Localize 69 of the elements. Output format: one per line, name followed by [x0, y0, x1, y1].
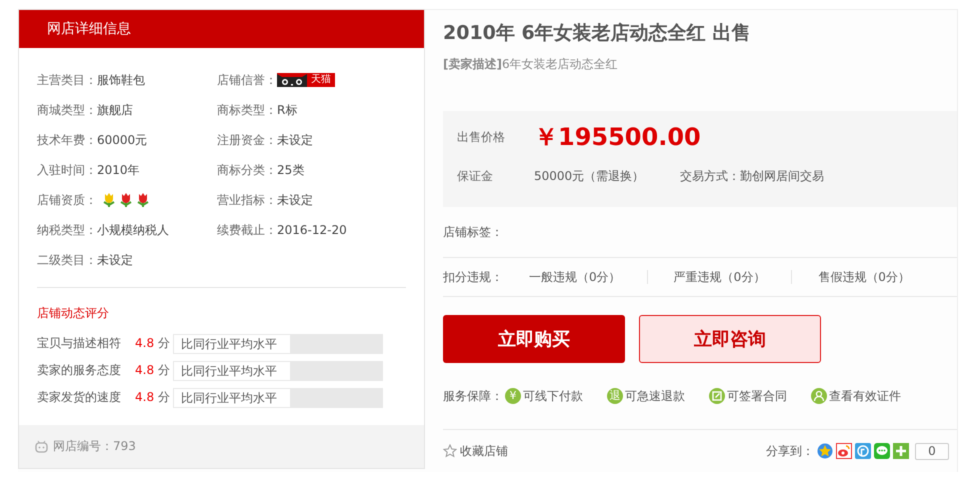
star-icon: [443, 444, 457, 458]
plus-icon[interactable]: [893, 443, 909, 459]
share-label: 分享到：: [766, 442, 814, 460]
trade-mode: 交易方式：勤创网居间交易: [680, 168, 824, 184]
rating-score: 4.8 分: [135, 362, 171, 379]
store-number: 网店编号：793: [53, 438, 136, 455]
services-label: 服务保障：: [443, 388, 503, 404]
info-value: 未设定: [277, 192, 313, 208]
tmall-badge: 天猫: [277, 73, 335, 87]
info-label: 商城类型：: [37, 102, 97, 118]
info-label: 注册资金：: [217, 132, 277, 148]
info-value: 2016-12-20: [277, 223, 347, 237]
info-value: 未设定: [277, 132, 313, 148]
violations-label: 扣分违规：: [443, 268, 504, 286]
comparison-bar: 比同行业平均水平: [173, 388, 383, 408]
info-label: 入驻时间：: [37, 162, 97, 178]
listing-title: 2010年 6年女装老店动态全红 出售: [443, 21, 752, 46]
info-value: 服饰鞋包: [97, 72, 145, 88]
panel-header: 网店详细信息: [46, 20, 131, 38]
rating-label: 卖家的服务态度: [37, 362, 122, 379]
info-label: 店铺信誉：: [217, 72, 277, 88]
service-label: 查看有效证件: [829, 388, 901, 404]
robot-icon: [35, 440, 48, 453]
violation-count: 严重违规（0分）: [674, 268, 766, 286]
deposit-label: 保证金: [457, 168, 494, 184]
info-label: 二级类目：: [37, 252, 97, 268]
info-label: 续费截止：: [217, 222, 277, 238]
price-label: 出售价格: [457, 128, 506, 146]
buy-now-button[interactable]: 立即购买: [443, 315, 625, 363]
info-label: 主营类目：: [37, 72, 97, 88]
info-value: 未设定: [97, 252, 133, 268]
service-label: 可签署合同: [727, 388, 787, 404]
price: ￥195500.00: [534, 122, 701, 153]
info-value: 小规模纳税人: [97, 222, 169, 238]
deposit-value: 50000元（需退换）: [534, 168, 646, 184]
rating-label: 宝贝与描述相符: [37, 335, 122, 352]
info-value: 2010年: [97, 162, 140, 178]
rating-score: 4.8 分: [135, 389, 171, 406]
info-value: 60000元: [97, 132, 148, 148]
share-count: 0: [915, 442, 949, 460]
service-icon: 退: [607, 388, 623, 404]
info-label: 商标分类：: [217, 162, 277, 178]
violation-count: 售假违规（0分）: [818, 268, 910, 286]
edit-icon: [709, 388, 725, 404]
section-title: 店铺动态评分: [37, 305, 110, 322]
violation-count: 一般违规（0分）: [529, 268, 621, 286]
rating-score: 4.8 分: [135, 335, 171, 352]
share-icon[interactable]: [855, 443, 871, 459]
info-value: R标: [277, 102, 298, 118]
comparison-bar: 比同行业平均水平: [173, 360, 383, 380]
chat-share-icon[interactable]: [874, 443, 890, 459]
favorite-link[interactable]: 收藏店铺: [443, 442, 508, 460]
rating-label: 卖家发货的速度: [37, 389, 122, 406]
service-label: 可线下付款: [523, 388, 583, 404]
comparison-bar: 比同行业平均水平: [173, 334, 383, 354]
consult-button[interactable]: 立即咨询: [639, 315, 821, 363]
info-label: 店铺资质：: [37, 192, 97, 208]
star-share-icon[interactable]: [817, 443, 833, 459]
info-label: 营业指标：: [217, 192, 277, 208]
store-tags-label: 店铺标签：: [443, 225, 957, 258]
info-label: 商标类型：: [217, 102, 277, 118]
info-label: 技术年费：: [37, 132, 97, 148]
person-icon: [811, 388, 827, 404]
info-label: 纳税类型：: [37, 222, 97, 238]
info-value: 旗舰店: [97, 102, 133, 118]
info-value: 25类: [277, 162, 304, 178]
seller-description: [卖家描述]6年女装老店动态全红: [443, 56, 619, 73]
service-label: 可急速退款: [625, 388, 685, 404]
service-icon: ¥: [505, 388, 521, 404]
